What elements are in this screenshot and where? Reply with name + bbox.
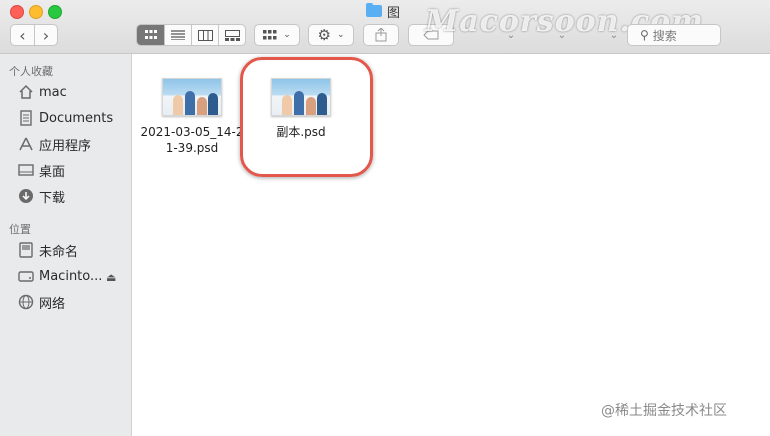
file-name: 2021-03-05_14-2 1-39.psd bbox=[140, 125, 244, 155]
sidebar-item-label: 桌面 bbox=[39, 164, 66, 180]
sidebar-item-label: 网络 bbox=[39, 296, 66, 312]
share-icon bbox=[375, 28, 387, 42]
applications-icon bbox=[18, 136, 34, 152]
search-icon: ⚲ bbox=[640, 28, 649, 42]
back-button[interactable]: ‹ bbox=[11, 25, 35, 45]
share-button[interactable] bbox=[363, 24, 399, 46]
sidebar-item-label: Documents bbox=[39, 110, 114, 126]
search-field[interactable]: ⚲ 搜索 bbox=[627, 24, 721, 46]
sidebar-item-downloads[interactable]: 下载 bbox=[18, 186, 65, 206]
sidebar-item-label: 下载 bbox=[39, 190, 66, 206]
sidebar-item-label: mac bbox=[39, 84, 67, 100]
footer-watermark: @稀土掘金技术社区 bbox=[601, 403, 727, 419]
sidebar-item-applications[interactable]: 应用程序 bbox=[18, 134, 91, 154]
folder-icon bbox=[366, 3, 382, 17]
chevron-down-icon: ⌄ bbox=[336, 30, 345, 40]
gear-icon: ⚙ bbox=[317, 26, 331, 44]
psd-thumbnail bbox=[162, 78, 222, 116]
path-chevron-3[interactable]: ⌄ bbox=[607, 24, 621, 46]
forward-button[interactable]: › bbox=[35, 25, 57, 45]
sidebar-item-desktop[interactable]: 桌面 bbox=[18, 160, 65, 180]
action-button[interactable]: ⚙ ⌄ bbox=[308, 24, 354, 46]
desktop-icon bbox=[18, 162, 34, 178]
document-icon bbox=[18, 110, 34, 126]
favorites-heading: 个人收藏 bbox=[9, 65, 53, 78]
list-view-icon bbox=[171, 30, 185, 40]
disk-icon bbox=[18, 242, 34, 258]
close-button[interactable] bbox=[10, 5, 24, 19]
nav-buttons: ‹ › bbox=[10, 24, 58, 46]
sidebar-item-network[interactable]: 网络 bbox=[18, 292, 65, 312]
chevron-down-icon: ⌄ bbox=[283, 30, 291, 40]
path-chevron-2[interactable]: ⌄ bbox=[555, 24, 569, 46]
column-view-button[interactable] bbox=[192, 25, 219, 45]
gallery-view-button[interactable] bbox=[219, 25, 245, 45]
sidebar-item-label: Macinto... bbox=[39, 268, 103, 284]
window-title-text: 图 bbox=[387, 5, 401, 21]
sidebar-item-label: 应用程序 bbox=[39, 138, 92, 154]
grid-icon bbox=[263, 30, 277, 40]
highlight-circle bbox=[240, 57, 373, 177]
sidebar-item-mac[interactable]: mac bbox=[18, 82, 67, 102]
download-icon bbox=[18, 188, 34, 204]
sidebar: 个人收藏 mac Documents 应用程序 桌面 下载 位置 未命名 Mac… bbox=[0, 54, 132, 436]
column-view-icon bbox=[197, 29, 213, 41]
list-view-button[interactable] bbox=[165, 25, 192, 45]
toolbar: 图 ‹ › ⌄ ⚙ ⌄ Macorsoon.com ⌄ ⌄ ⌄ ⚲ 搜索 bbox=[0, 0, 770, 54]
minimize-button[interactable] bbox=[29, 5, 43, 19]
eject-icon[interactable]: ⏏ bbox=[106, 271, 116, 284]
window-title: 图 bbox=[366, 3, 401, 21]
sidebar-item-macintosh[interactable]: Macinto... bbox=[18, 266, 102, 286]
file-item[interactable]: 2021-03-05_14-2 1-39.psd bbox=[140, 78, 244, 156]
sidebar-item-label: 未命名 bbox=[39, 244, 79, 260]
zoom-button[interactable] bbox=[48, 5, 62, 19]
icon-view-button[interactable] bbox=[137, 25, 165, 45]
finder-window: 图 ‹ › ⌄ ⚙ ⌄ Macorsoon.com ⌄ ⌄ ⌄ ⚲ 搜索 个人收… bbox=[0, 0, 770, 436]
home-icon bbox=[18, 84, 34, 100]
search-placeholder: 搜索 bbox=[652, 28, 677, 43]
hard-drive-icon bbox=[18, 268, 34, 284]
sidebar-item-documents[interactable]: Documents bbox=[18, 108, 113, 128]
sidebar-item-untitled[interactable]: 未命名 bbox=[18, 240, 78, 260]
gallery-view-icon bbox=[224, 29, 240, 41]
locations-heading: 位置 bbox=[9, 223, 31, 236]
icon-view-icon bbox=[144, 30, 157, 39]
file-browser: 2021-03-05_14-2 1-39.psd 副本.psd bbox=[132, 54, 770, 436]
view-mode-control bbox=[136, 24, 246, 46]
group-by-button[interactable]: ⌄ bbox=[254, 24, 300, 46]
path-chevron-1[interactable]: ⌄ bbox=[504, 24, 518, 46]
network-icon bbox=[18, 294, 34, 310]
